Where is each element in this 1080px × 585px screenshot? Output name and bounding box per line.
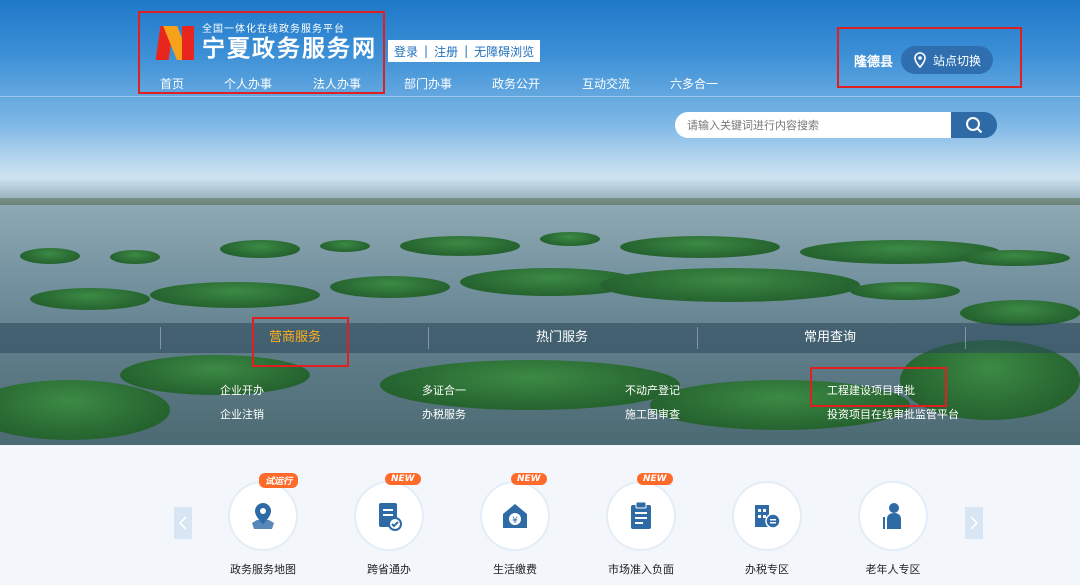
tab-divider [428,327,429,349]
badge-trial: 试运行 [259,473,299,488]
carousel-next-button[interactable] [965,507,983,539]
clipboard-list-icon [631,501,651,529]
tab-divider [697,327,698,349]
service-label: 政务服务地图 [230,563,296,576]
reed-island [220,240,300,258]
reed-island [320,240,370,252]
service-item-service-map[interactable]: 试运行 政务服务地图 [218,473,308,576]
separator: | [424,44,429,58]
nav-divider [0,96,1080,97]
elderly-person-icon [883,503,901,529]
auth-links: 登录 | 注册 | 无障碍浏览 [388,40,541,62]
search-button[interactable] [951,112,997,138]
register-link[interactable]: 注册 [434,43,458,60]
tab-divider [160,327,161,349]
service-item-elderly-zone[interactable]: 老年人专区 [848,483,938,576]
highlight-box-business-tab [252,317,349,367]
tax-building-icon [755,505,781,529]
quick-link-tax-services[interactable]: 办税服务 [422,406,466,422]
map-pin-icon [252,503,274,529]
service-label: 跨省通办 [367,563,411,576]
tab-divider [965,327,966,349]
featured-services: 试运行 政务服务地图 NEW 跨省通办 NEW ¥ 生活缴费 NEW 市场准入负… [0,445,1080,585]
service-label: 生活缴费 [493,563,537,576]
svg-text:¥: ¥ [512,516,518,526]
badge-new: NEW [385,473,421,485]
highlight-box-logo-nav [138,11,385,94]
chevron-right-icon [970,516,978,530]
reed-island [150,282,320,308]
quick-link-company-setup[interactable]: 企业开办 [220,382,264,398]
reed-island [960,250,1070,266]
badge-new: NEW [637,473,673,485]
reed-island [850,282,960,300]
nav-public-affairs[interactable]: 政务公开 [492,75,540,92]
reed-island [20,248,80,264]
quick-link-property-registration[interactable]: 不动产登记 [625,382,680,398]
quick-link-company-cancellation[interactable]: 企业注销 [220,406,264,422]
nav-interaction[interactable]: 互动交流 [582,75,630,92]
payment-house-icon: ¥ [503,504,527,528]
service-item-utility-payment[interactable]: NEW ¥ 生活缴费 [470,473,560,576]
badge-new: NEW [511,473,547,485]
reed-island [600,268,860,302]
reed-island [540,232,600,246]
quick-link-drawing-review[interactable]: 施工图审查 [625,406,680,422]
document-check-icon [379,503,402,531]
service-label: 办税专区 [745,563,789,576]
accessible-browse-link[interactable]: 无障碍浏览 [474,43,534,60]
carousel-prev-button[interactable] [174,507,192,539]
reed-island [30,288,150,310]
service-item-tax-zone[interactable]: 办税专区 [722,483,812,576]
reed-island [400,236,520,256]
nav-six-in-one[interactable]: 六多合一 [670,75,718,92]
tab-common-queries[interactable]: 常用查询 [780,323,880,353]
reed-island [110,250,160,264]
reed-island [620,236,780,258]
quick-link-investment-platform[interactable]: 投资项目在线审批监管平台 [827,406,959,422]
search-input[interactable] [675,112,955,138]
service-tabs: 营商服务 热门服务 常用查询 [0,323,1080,353]
service-item-market-access[interactable]: NEW 市场准入负面 [596,473,686,576]
service-label: 市场准入负面 [608,563,674,576]
separator: | [464,44,469,58]
nav-department[interactable]: 部门办事 [404,75,452,92]
quick-link-multi-cert[interactable]: 多证合一 [422,382,466,398]
chevron-left-icon [179,516,187,530]
service-item-cross-province[interactable]: NEW 跨省通办 [344,473,434,576]
reed-island [330,276,450,298]
login-link[interactable]: 登录 [394,43,418,60]
search-bar [675,112,997,138]
search-icon [966,117,983,134]
highlight-box-construction-link [810,367,947,407]
service-label: 老年人专区 [865,563,921,576]
tab-hot-services[interactable]: 热门服务 [512,323,612,353]
highlight-box-site-switch [837,27,1022,88]
